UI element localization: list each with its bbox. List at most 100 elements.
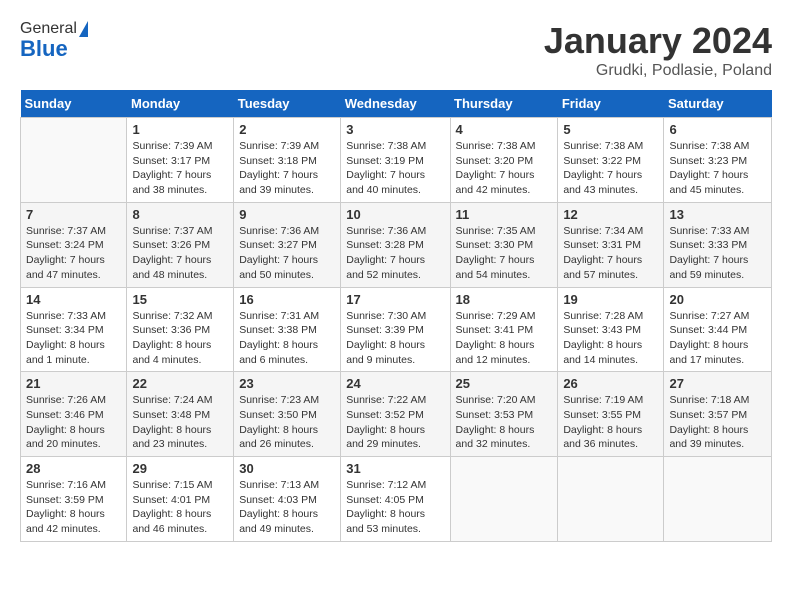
day-info: Sunrise: 7:12 AMSunset: 4:05 PMDaylight:…	[346, 478, 444, 537]
day-info: Sunrise: 7:23 AMSunset: 3:50 PMDaylight:…	[239, 393, 335, 452]
day-number: 26	[563, 376, 658, 391]
day-number: 8	[132, 207, 228, 222]
day-info: Sunrise: 7:13 AMSunset: 4:03 PMDaylight:…	[239, 478, 335, 537]
day-cell: 14Sunrise: 7:33 AMSunset: 3:34 PMDayligh…	[21, 287, 127, 372]
day-number: 21	[26, 376, 121, 391]
week-row-2: 7 Sunrise: 7:37 AMSunset: 3:24 PMDaylight…	[21, 202, 772, 287]
day-info: Sunrise: 7:38 AMSunset: 3:23 PMDaylight:…	[669, 139, 766, 198]
header-wednesday: Wednesday	[341, 90, 450, 118]
day-cell: 22Sunrise: 7:24 AMSunset: 3:48 PMDayligh…	[127, 372, 234, 457]
day-number: 31	[346, 461, 444, 476]
day-cell: 28 Sunrise: 7:16 AMSunset: 3:59 PMDayligh…	[21, 457, 127, 542]
day-cell: 12 Sunrise: 7:34 AMSunset: 3:31 PMDayligh…	[558, 202, 664, 287]
day-cell	[558, 457, 664, 542]
day-cell: 29 Sunrise: 7:15 AMSunset: 4:01 PMDayligh…	[127, 457, 234, 542]
logo: General Blue	[20, 20, 88, 62]
day-info: Sunrise: 7:34 AMSunset: 3:31 PMDaylight:…	[563, 224, 658, 283]
day-info: Sunrise: 7:38 AMSunset: 3:20 PMDaylight:…	[456, 139, 553, 198]
day-cell: 23 Sunrise: 7:23 AMSunset: 3:50 PMDayligh…	[234, 372, 341, 457]
day-info: Sunrise: 7:33 AMSunset: 3:34 PMDaylight:…	[26, 309, 121, 368]
day-info: Sunrise: 7:26 AMSunset: 3:46 PMDaylight:…	[26, 393, 121, 452]
day-info: Sunrise: 7:33 AMSunset: 3:33 PMDaylight:…	[669, 224, 766, 283]
day-info: Sunrise: 7:20 AMSunset: 3:53 PMDaylight:…	[456, 393, 553, 452]
day-cell: 11Sunrise: 7:35 AMSunset: 3:30 PMDayligh…	[450, 202, 558, 287]
day-cell: 1Sunrise: 7:39 AMSunset: 3:17 PMDaylight…	[127, 118, 234, 203]
day-info: Sunrise: 7:31 AMSunset: 3:38 PMDaylight:…	[239, 309, 335, 368]
day-number: 27	[669, 376, 766, 391]
day-cell: 27 Sunrise: 7:18 AMSunset: 3:57 PMDayligh…	[664, 372, 772, 457]
day-cell: 15Sunrise: 7:32 AMSunset: 3:36 PMDayligh…	[127, 287, 234, 372]
day-number: 4	[456, 122, 553, 137]
day-cell: 31 Sunrise: 7:12 AMSunset: 4:05 PMDayligh…	[341, 457, 450, 542]
day-info: Sunrise: 7:37 AMSunset: 3:24 PMDaylight:…	[26, 224, 121, 283]
day-cell: 7 Sunrise: 7:37 AMSunset: 3:24 PMDaylight…	[21, 202, 127, 287]
day-number: 30	[239, 461, 335, 476]
day-info: Sunrise: 7:19 AMSunset: 3:55 PMDaylight:…	[563, 393, 658, 452]
week-row-5: 28 Sunrise: 7:16 AMSunset: 3:59 PMDayligh…	[21, 457, 772, 542]
day-number: 6	[669, 122, 766, 137]
day-cell: 18 Sunrise: 7:29 AMSunset: 3:41 PMDayligh…	[450, 287, 558, 372]
day-cell: 30 Sunrise: 7:13 AMSunset: 4:03 PMDayligh…	[234, 457, 341, 542]
day-cell: 19Sunrise: 7:28 AMSunset: 3:43 PMDayligh…	[558, 287, 664, 372]
day-info: Sunrise: 7:36 AMSunset: 3:27 PMDaylight:…	[239, 224, 335, 283]
day-number: 5	[563, 122, 658, 137]
day-info: Sunrise: 7:32 AMSunset: 3:36 PMDaylight:…	[132, 309, 228, 368]
day-number: 16	[239, 292, 335, 307]
logo-blue: Blue	[20, 36, 68, 62]
header-row: SundayMondayTuesdayWednesdayThursdayFrid…	[21, 90, 772, 118]
day-cell: 10Sunrise: 7:36 AMSunset: 3:28 PMDayligh…	[341, 202, 450, 287]
header: General Blue January 2024 Grudki, Podlas…	[20, 20, 772, 80]
day-number: 28	[26, 461, 121, 476]
day-number: 29	[132, 461, 228, 476]
day-cell: 6 Sunrise: 7:38 AMSunset: 3:23 PMDaylight…	[664, 118, 772, 203]
calendar-table: SundayMondayTuesdayWednesdayThursdayFrid…	[20, 90, 772, 542]
header-sunday: Sunday	[21, 90, 127, 118]
day-number: 3	[346, 122, 444, 137]
day-info: Sunrise: 7:39 AMSunset: 3:18 PMDaylight:…	[239, 139, 335, 198]
day-number: 12	[563, 207, 658, 222]
day-number: 1	[132, 122, 228, 137]
day-cell: 24 Sunrise: 7:22 AMSunset: 3:52 PMDayligh…	[341, 372, 450, 457]
day-number: 25	[456, 376, 553, 391]
day-info: Sunrise: 7:27 AMSunset: 3:44 PMDaylight:…	[669, 309, 766, 368]
day-number: 23	[239, 376, 335, 391]
week-row-1: 1Sunrise: 7:39 AMSunset: 3:17 PMDaylight…	[21, 118, 772, 203]
day-info: Sunrise: 7:15 AMSunset: 4:01 PMDaylight:…	[132, 478, 228, 537]
day-number: 13	[669, 207, 766, 222]
day-cell: 3 Sunrise: 7:38 AMSunset: 3:19 PMDaylight…	[341, 118, 450, 203]
day-number: 9	[239, 207, 335, 222]
week-row-3: 14Sunrise: 7:33 AMSunset: 3:34 PMDayligh…	[21, 287, 772, 372]
title-section: January 2024 Grudki, Podlasie, Poland	[544, 20, 772, 80]
day-number: 20	[669, 292, 766, 307]
day-cell: 4 Sunrise: 7:38 AMSunset: 3:20 PMDaylight…	[450, 118, 558, 203]
day-info: Sunrise: 7:30 AMSunset: 3:39 PMDaylight:…	[346, 309, 444, 368]
day-info: Sunrise: 7:38 AMSunset: 3:22 PMDaylight:…	[563, 139, 658, 198]
day-cell: 17 Sunrise: 7:30 AMSunset: 3:39 PMDayligh…	[341, 287, 450, 372]
day-number: 19	[563, 292, 658, 307]
day-info: Sunrise: 7:35 AMSunset: 3:30 PMDaylight:…	[456, 224, 553, 283]
logo-triangle-icon	[79, 21, 88, 37]
day-number: 17	[346, 292, 444, 307]
header-saturday: Saturday	[664, 90, 772, 118]
header-friday: Friday	[558, 90, 664, 118]
day-cell: 26 Sunrise: 7:19 AMSunset: 3:55 PMDayligh…	[558, 372, 664, 457]
header-tuesday: Tuesday	[234, 90, 341, 118]
day-info: Sunrise: 7:37 AMSunset: 3:26 PMDaylight:…	[132, 224, 228, 283]
day-info: Sunrise: 7:38 AMSunset: 3:19 PMDaylight:…	[346, 139, 444, 198]
day-cell	[21, 118, 127, 203]
day-cell: 13 Sunrise: 7:33 AMSunset: 3:33 PMDayligh…	[664, 202, 772, 287]
day-info: Sunrise: 7:16 AMSunset: 3:59 PMDaylight:…	[26, 478, 121, 537]
day-info: Sunrise: 7:29 AMSunset: 3:41 PMDaylight:…	[456, 309, 553, 368]
day-cell: 16 Sunrise: 7:31 AMSunset: 3:38 PMDayligh…	[234, 287, 341, 372]
day-number: 18	[456, 292, 553, 307]
day-number: 7	[26, 207, 121, 222]
day-info: Sunrise: 7:18 AMSunset: 3:57 PMDaylight:…	[669, 393, 766, 452]
calendar-title: January 2024	[544, 20, 772, 62]
day-cell: 21 Sunrise: 7:26 AMSunset: 3:46 PMDayligh…	[21, 372, 127, 457]
day-cell: 2Sunrise: 7:39 AMSunset: 3:18 PMDaylight…	[234, 118, 341, 203]
day-info: Sunrise: 7:22 AMSunset: 3:52 PMDaylight:…	[346, 393, 444, 452]
day-cell: 20 Sunrise: 7:27 AMSunset: 3:44 PMDayligh…	[664, 287, 772, 372]
day-cell: 8 Sunrise: 7:37 AMSunset: 3:26 PMDaylight…	[127, 202, 234, 287]
day-number: 24	[346, 376, 444, 391]
day-cell	[450, 457, 558, 542]
